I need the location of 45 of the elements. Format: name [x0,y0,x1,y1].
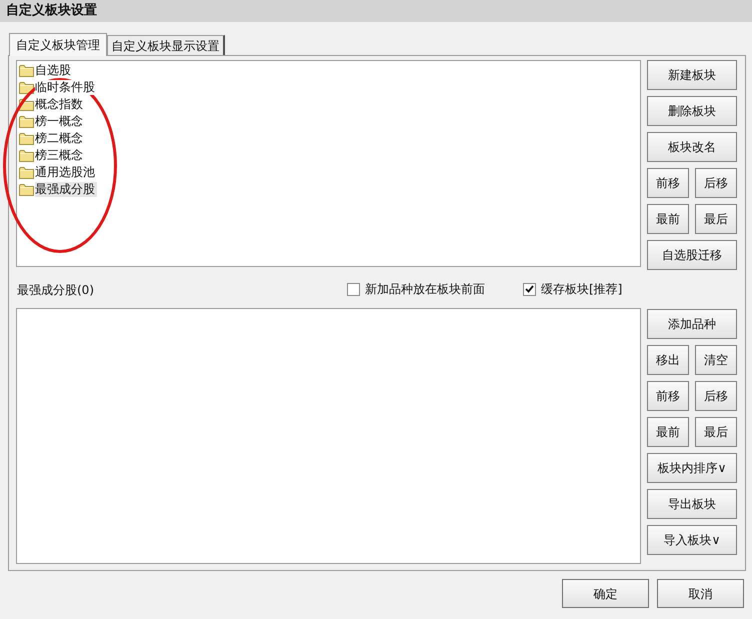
checkbox-label: 缓存板块[推荐] [541,281,622,298]
action-button[interactable]: 板块内排序∨ [647,453,737,483]
action-button[interactable]: 删除板块 [647,96,737,126]
action-button[interactable]: 最前 [647,417,689,447]
ok-button[interactable]: 确定 [562,579,649,608]
list-item[interactable]: 临时条件股 [35,80,97,95]
action-button[interactable]: 后移 [695,381,737,411]
checkbox[interactable] [523,282,536,296]
action-button[interactable]: 板块改名 [647,132,737,162]
action-button[interactable]: 后移 [695,168,737,198]
tab[interactable]: 自定义板块显示设置 [107,35,225,55]
list-item[interactable]: 自选股 [35,63,73,78]
action-button[interactable]: 移出 [647,345,689,375]
folder-icon [19,183,34,196]
cancel-button[interactable]: 取消 [657,579,744,608]
action-button[interactable]: 自选股迁移 [647,240,737,270]
action-button[interactable]: 导入板块∨ [647,525,737,555]
folder-icon [19,115,34,128]
folder-icon [19,149,34,162]
action-button[interactable]: 清空 [695,345,737,375]
action-button[interactable]: 前移 [647,381,689,411]
checkbox[interactable] [347,282,360,296]
list-item[interactable]: 概念指数 [35,97,85,112]
action-button[interactable]: 最前 [647,204,689,234]
action-button[interactable]: 添加品种 [647,309,737,339]
list-item[interactable]: 榜三概念 [35,148,85,163]
action-button[interactable]: 前移 [647,168,689,198]
list-heading: 最强成分股(0) [17,283,94,297]
tab[interactable]: 自定义板块管理 [9,33,107,56]
check-icon [525,285,534,293]
folder-icon [19,166,34,179]
folder-icon [19,64,34,77]
block-list[interactable]: 自选股 临时条件股 概念指数 榜一概念 榜二概念 榜三概念 通用选股池 最强成分股 [16,60,641,267]
action-button[interactable]: 最后 [695,204,737,234]
action-button[interactable]: 最后 [695,417,737,447]
window-title: 自定义板块设置 [6,2,97,20]
list-item[interactable]: 榜一概念 [35,114,85,129]
action-button[interactable]: 新建板块 [647,60,737,90]
action-button[interactable]: 导出板块 [647,489,737,519]
list-item[interactable]: 通用选股池 [35,165,97,180]
list-item[interactable]: 最强成分股 [35,182,97,197]
list-item[interactable]: 榜二概念 [35,131,85,146]
folder-icon [19,81,34,94]
checkbox-label: 新加品种放在板块前面 [365,281,485,298]
folder-icon [19,132,34,145]
